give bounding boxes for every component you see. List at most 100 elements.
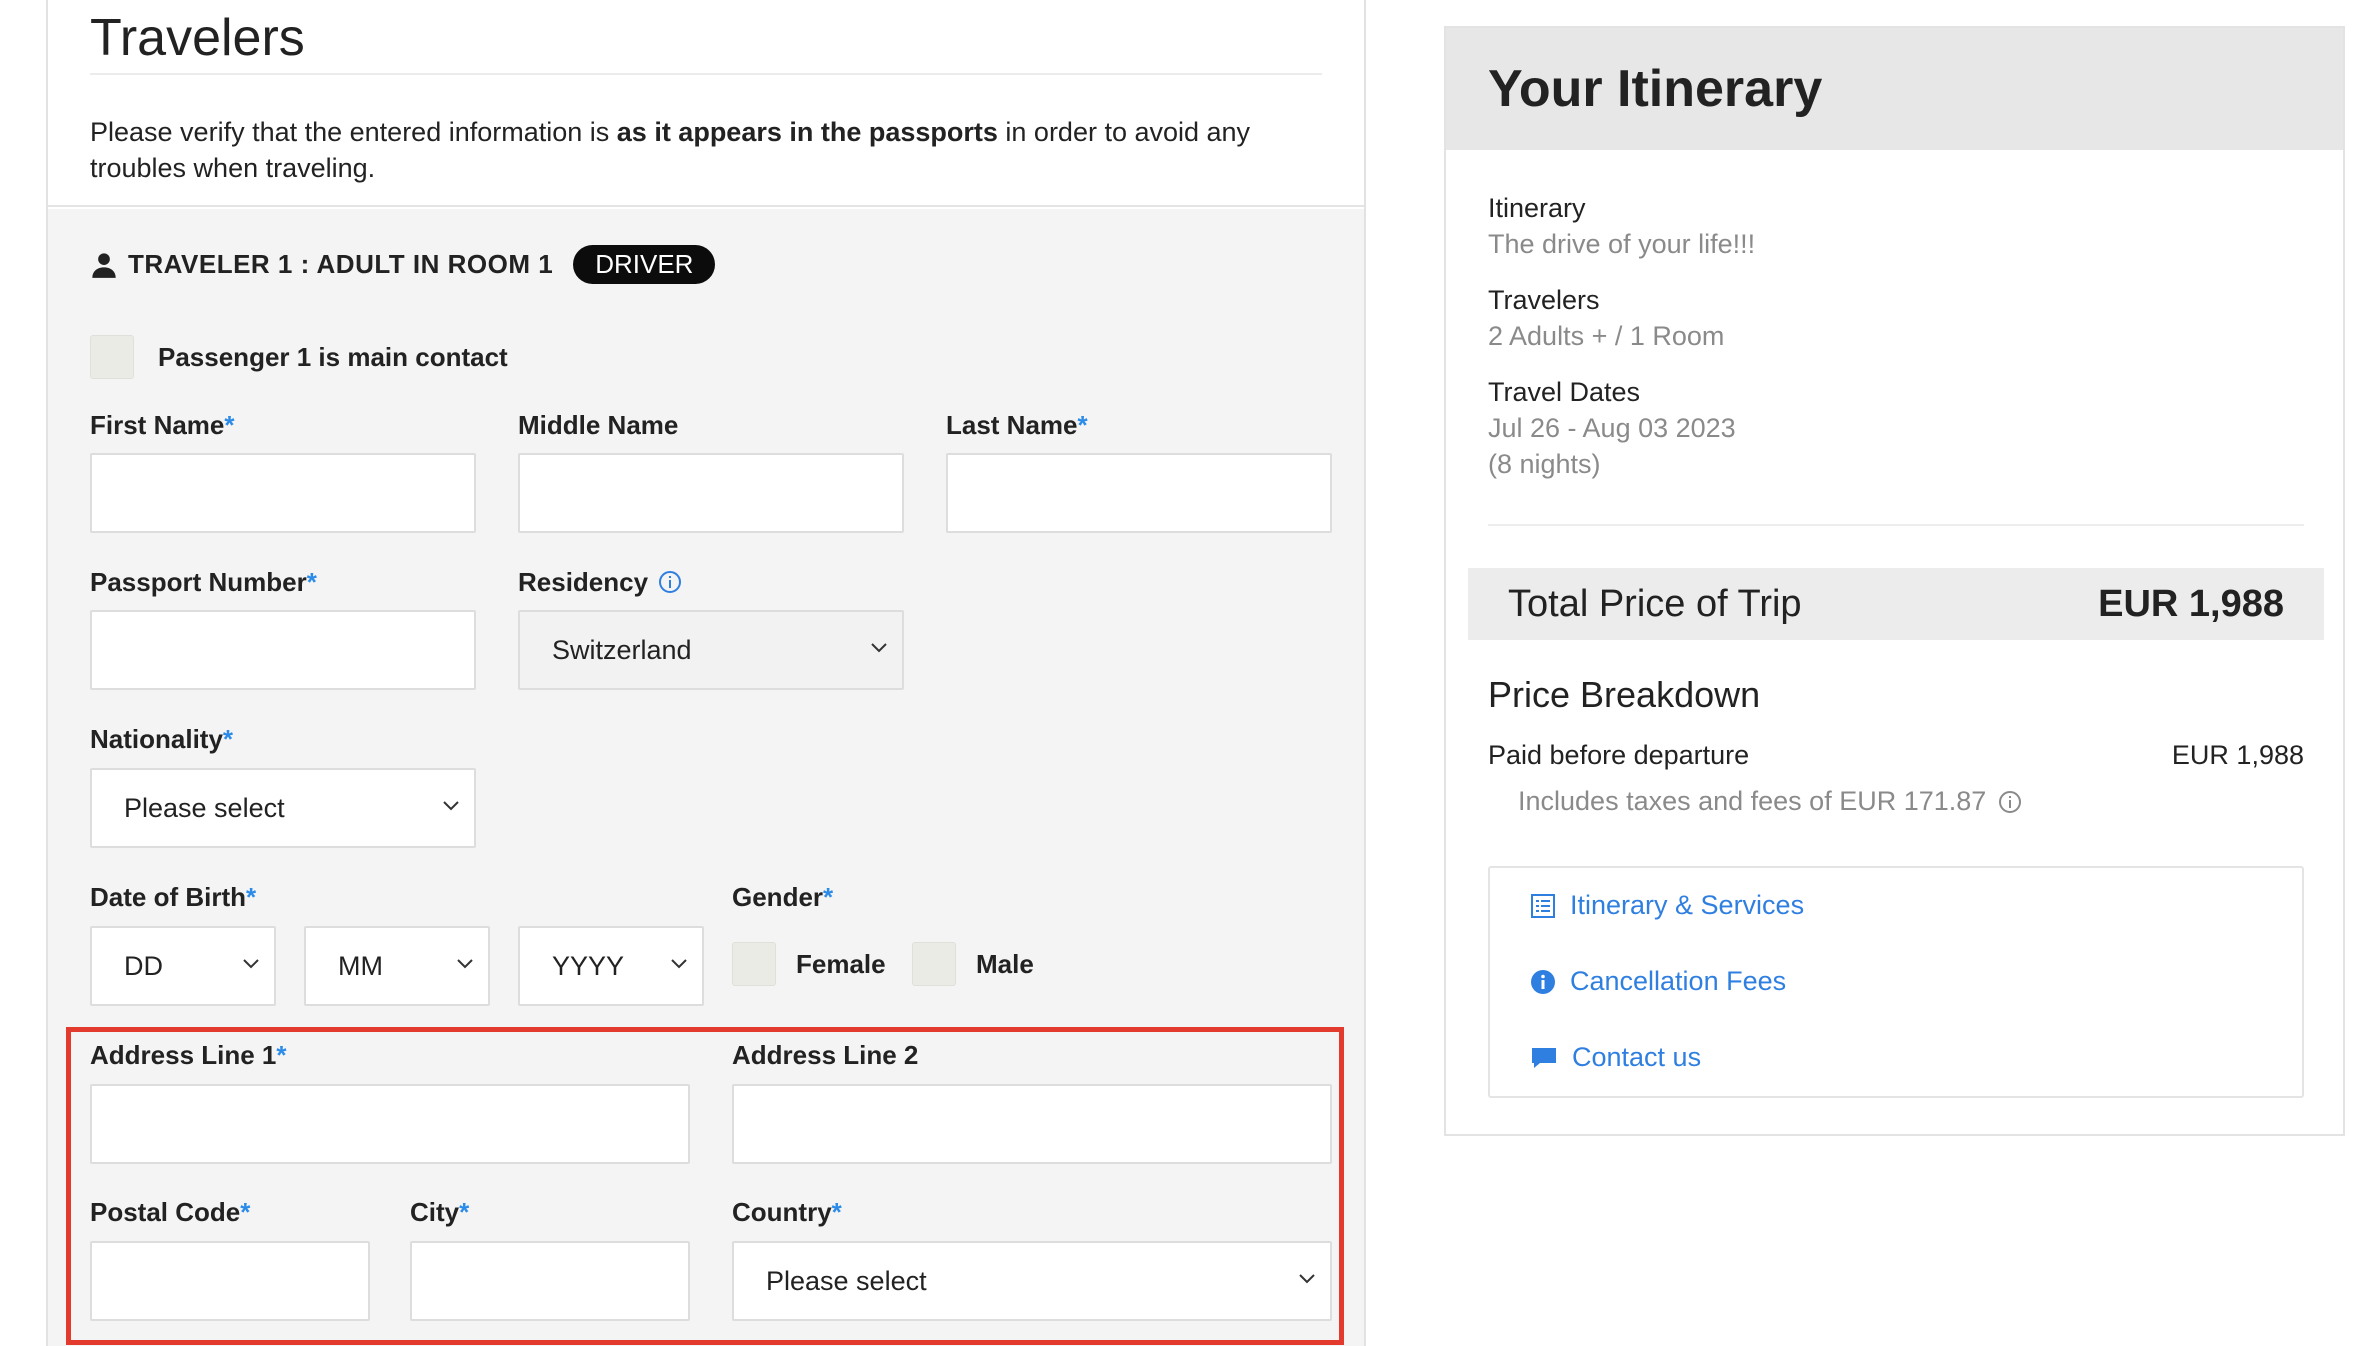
address2-label-text: Address Line 2 bbox=[732, 1040, 919, 1070]
gender-female-label: Female bbox=[796, 948, 886, 979]
dob-month-value: MM bbox=[338, 950, 383, 981]
address1-input[interactable] bbox=[90, 1084, 690, 1164]
gender-male-option[interactable]: Male bbox=[912, 942, 1034, 986]
cancellation-fees-label: Cancellation Fees bbox=[1570, 966, 1787, 996]
taxes-text: Includes taxes and fees of EUR 171.87 bbox=[1518, 786, 1987, 816]
travelers-value: 2 Adults + / 1 Room bbox=[1488, 321, 1725, 351]
dob-label: Date of Birth* bbox=[90, 882, 256, 913]
required-marker: * bbox=[240, 1197, 251, 1227]
traveler-title: TRAVELER 1 : ADULT IN ROOM 1 bbox=[128, 249, 554, 279]
nationality-label-text: Nationality bbox=[90, 724, 223, 754]
passport-label-text: Passport Number bbox=[90, 567, 307, 597]
travel-dates-value: Jul 26 - Aug 03 2023 bbox=[1488, 413, 1736, 443]
postal-code-input[interactable] bbox=[90, 1241, 370, 1321]
gender-label-text: Gender bbox=[732, 882, 824, 912]
city-label-text: City bbox=[410, 1197, 460, 1227]
address1-label: Address Line 1* bbox=[90, 1040, 287, 1071]
dob-label-text: Date of Birth bbox=[90, 882, 246, 912]
intro-bold: as it appears in the passports bbox=[616, 117, 998, 147]
passport-label: Passport Number* bbox=[90, 567, 317, 598]
middle-name-label: Middle Name bbox=[518, 410, 678, 441]
dob-day-select[interactable]: DD bbox=[90, 926, 276, 1006]
city-input[interactable] bbox=[410, 1241, 690, 1321]
passport-input[interactable] bbox=[90, 610, 476, 690]
required-marker: * bbox=[831, 1197, 842, 1227]
itinerary-divider bbox=[1488, 524, 2304, 526]
postal-label-text: Postal Code bbox=[90, 1197, 241, 1227]
travelers-header: Travelers Please verify that the entered… bbox=[48, 0, 1364, 207]
country-select[interactable]: Please select bbox=[732, 1241, 1332, 1321]
first-name-label: First Name* bbox=[90, 410, 235, 441]
residency-select[interactable]: Switzerland bbox=[518, 610, 904, 690]
driver-badge: DRIVER bbox=[573, 245, 716, 284]
middle-name-label-text: Middle Name bbox=[518, 410, 679, 440]
country-label-text: Country bbox=[732, 1197, 832, 1227]
itinerary-header: Your Itinerary bbox=[1446, 28, 2343, 150]
info-icon[interactable] bbox=[1998, 790, 2022, 814]
itinerary-name-block: Itinerary The drive of your life!!! bbox=[1488, 190, 1755, 262]
chevron-down-icon bbox=[1299, 1274, 1315, 1284]
main-contact-option[interactable]: Passenger 1 is main contact bbox=[90, 335, 508, 379]
required-marker: * bbox=[224, 410, 235, 440]
last-name-label: Last Name* bbox=[946, 410, 1088, 441]
chat-bubble-icon bbox=[1532, 1047, 1556, 1068]
info-icon[interactable] bbox=[658, 570, 682, 594]
city-label: City* bbox=[410, 1197, 469, 1228]
dob-year-value: YYYY bbox=[552, 950, 625, 981]
paid-before-departure-row: Paid before departure EUR 1,988 bbox=[1488, 740, 2304, 771]
last-name-label-text: Last Name bbox=[946, 410, 1078, 440]
main-contact-label: Passenger 1 is main contact bbox=[158, 341, 508, 372]
last-name-input[interactable] bbox=[946, 453, 1332, 533]
nationality-value: Please select bbox=[124, 792, 285, 823]
traveler-heading: TRAVELER 1 : ADULT IN ROOM 1 DRIVER bbox=[90, 245, 716, 284]
itinerary-value: The drive of your life!!! bbox=[1488, 229, 1756, 259]
required-marker: * bbox=[1077, 410, 1088, 440]
dob-year-select[interactable]: YYYY bbox=[518, 926, 704, 1006]
dob-month-select[interactable]: MM bbox=[304, 926, 490, 1006]
contact-us-label: Contact us bbox=[1572, 1042, 1702, 1072]
page-title: Travelers bbox=[90, 9, 305, 67]
total-price-value: EUR 1,988 bbox=[2098, 582, 2284, 625]
intro-text: Please verify that the entered informati… bbox=[90, 114, 1290, 186]
price-breakdown-title: Price Breakdown bbox=[1488, 674, 1761, 715]
paid-label: Paid before departure bbox=[1488, 740, 1750, 770]
paid-value: EUR 1,988 bbox=[2171, 740, 2304, 770]
postal-label: Postal Code* bbox=[90, 1197, 250, 1228]
first-name-input[interactable] bbox=[90, 453, 476, 533]
residency-value: Switzerland bbox=[552, 634, 692, 665]
itinerary-links: Itinerary & Services Cancellation Fees C… bbox=[1488, 866, 2304, 1098]
travel-dates-label: Travel Dates bbox=[1488, 377, 1641, 407]
middle-name-input[interactable] bbox=[518, 453, 904, 533]
travel-dates-block: Travel Dates Jul 26 - Aug 03 2023 (8 nig… bbox=[1488, 374, 1736, 482]
dob-day-value: DD bbox=[124, 950, 163, 981]
required-marker: * bbox=[823, 882, 834, 912]
required-marker: * bbox=[276, 1040, 287, 1070]
itinerary-title: Your Itinerary bbox=[1488, 60, 1823, 118]
travelers-block: Travelers 2 Adults + / 1 Room bbox=[1488, 282, 1724, 354]
chevron-down-icon bbox=[243, 959, 259, 969]
country-value: Please select bbox=[766, 1265, 927, 1296]
nationality-select[interactable]: Please select bbox=[90, 768, 476, 848]
required-marker: * bbox=[306, 567, 317, 597]
traveler-1-form: TRAVELER 1 : ADULT IN ROOM 1 DRIVER Pass… bbox=[48, 209, 1364, 1346]
title-divider bbox=[90, 73, 1322, 75]
gender-male-radio[interactable] bbox=[912, 942, 956, 986]
itinerary-label: Itinerary bbox=[1488, 193, 1586, 223]
required-marker: * bbox=[222, 724, 234, 754]
nights-value: (8 nights) bbox=[1488, 449, 1601, 479]
chevron-down-icon bbox=[671, 959, 687, 969]
residency-label-text: Residency bbox=[518, 567, 649, 597]
itinerary-services-link[interactable]: Itinerary & Services bbox=[1530, 890, 1804, 921]
gender-female-option[interactable]: Female bbox=[732, 942, 886, 986]
required-marker: * bbox=[459, 1197, 470, 1227]
address2-label: Address Line 2 bbox=[732, 1040, 918, 1071]
first-name-label-text: First Name bbox=[90, 410, 225, 440]
cancellation-fees-link[interactable]: Cancellation Fees bbox=[1530, 966, 1786, 997]
info-circle-icon bbox=[1531, 969, 1555, 994]
travelers-label: Travelers bbox=[1488, 285, 1600, 315]
gender-female-radio[interactable] bbox=[732, 942, 776, 986]
address2-input[interactable] bbox=[732, 1084, 1332, 1164]
contact-us-link[interactable]: Contact us bbox=[1530, 1042, 1701, 1073]
main-contact-checkbox[interactable] bbox=[90, 335, 134, 379]
address1-label-text: Address Line 1 bbox=[90, 1040, 277, 1070]
